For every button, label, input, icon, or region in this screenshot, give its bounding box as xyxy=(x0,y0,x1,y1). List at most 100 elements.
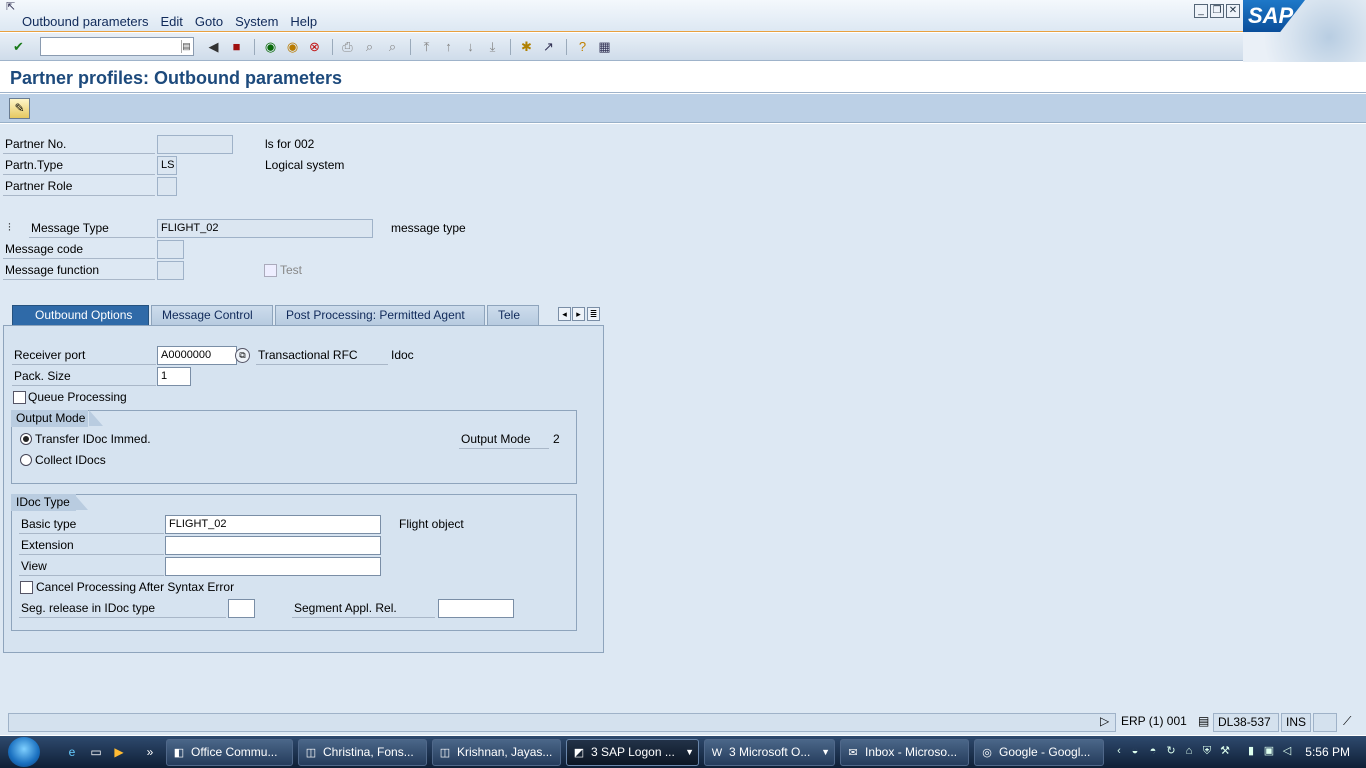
menu-help[interactable]: Help xyxy=(290,14,317,29)
help-icon[interactable]: ? xyxy=(574,38,591,55)
clock[interactable]: 5:56 PM xyxy=(1305,745,1350,759)
show-desktop-icon[interactable]: ▭ xyxy=(88,744,104,760)
minimize-button[interactable]: _ xyxy=(1194,4,1208,18)
tray-security-icon[interactable]: ⛨ xyxy=(1200,744,1214,758)
extension-field[interactable] xyxy=(165,536,381,555)
task-label: 3 SAP Logon ... xyxy=(591,745,675,759)
partner-no-description: ls for 002 xyxy=(265,137,315,151)
tray-app-icon[interactable]: ◓ xyxy=(1146,744,1160,758)
start-button[interactable] xyxy=(8,737,40,767)
task-inbox-outlook[interactable]: ✉ Inbox - Microso... xyxy=(840,739,969,766)
tray-device-icon[interactable]: ▮ xyxy=(1244,744,1258,758)
standard-toolbar: ✔ ▤ ◀ ■ ◉ ◉ ⊗ ⎙ ⌕ ⌕ ⤒ ↑ ↓ ⤓ ✱ ↗ ? ▦ xyxy=(0,33,1243,61)
tab-outbound-options[interactable]: Outbound Options xyxy=(12,305,149,325)
cancel-processing-checkbox[interactable] xyxy=(20,581,33,594)
tab-message-control[interactable]: Message Control xyxy=(151,305,273,325)
last-page-icon[interactable]: ⤓ xyxy=(484,38,501,55)
view-field[interactable] xyxy=(165,557,381,576)
menu-goto[interactable]: Goto xyxy=(195,14,223,29)
toolbar-separator xyxy=(410,39,411,55)
pack-size-field[interactable]: 1 xyxy=(157,367,191,386)
cancel-processing-label: Cancel Processing After Syntax Error xyxy=(36,580,235,594)
queue-processing-checkbox[interactable] xyxy=(13,391,26,404)
transfer-immed-radio[interactable] xyxy=(20,433,32,445)
close-window-button[interactable]: ✕ xyxy=(1226,4,1240,18)
message-function-field[interactable] xyxy=(157,261,184,280)
partn-type-field[interactable]: LS xyxy=(157,156,177,175)
tab-telephony[interactable]: Tele xyxy=(487,305,539,325)
partn-type-label: Partn.Type xyxy=(3,155,155,175)
message-type-field[interactable]: FLIGHT_02 xyxy=(157,219,373,238)
command-history-icon[interactable]: ▤ xyxy=(181,40,191,53)
exit-icon[interactable]: ◉ xyxy=(284,38,301,55)
task-label: Google - Googl... xyxy=(999,745,1091,759)
command-field[interactable]: ▤ xyxy=(40,37,194,56)
enter-icon[interactable]: ✔ xyxy=(10,38,27,55)
next-page-icon[interactable]: ↓ xyxy=(462,38,479,55)
tab-scroll-left-icon[interactable]: ◂ xyxy=(558,307,571,321)
tray-expand-icon[interactable]: ‹ xyxy=(1112,744,1126,758)
partner-no-field[interactable] xyxy=(157,135,233,154)
previous-page-icon[interactable]: ↑ xyxy=(440,38,457,55)
output-mode-title: Output Mode xyxy=(11,410,108,427)
display-change-icon[interactable]: ✎ xyxy=(9,98,30,119)
create-shortcut-icon[interactable]: ↗ xyxy=(540,38,557,55)
value-help-icon[interactable]: ⧉ xyxy=(235,348,250,363)
message-type-label: Message Type xyxy=(29,218,155,238)
task-google-chrome[interactable]: ◎ Google - Googl... xyxy=(974,739,1104,766)
back-icon[interactable]: ◉ xyxy=(262,38,279,55)
basic-type-label: Basic type xyxy=(19,514,164,534)
receiver-port-field[interactable]: A0000000 xyxy=(157,346,237,365)
tray-network-icon[interactable]: ⌂ xyxy=(1182,744,1196,758)
tray-app-icon[interactable]: ◒ xyxy=(1128,744,1142,758)
task-microsoft-office[interactable]: W 3 Microsoft O... ▼ xyxy=(704,739,835,766)
find-icon[interactable]: ⌕ xyxy=(361,38,378,55)
task-label: Krishnan, Jayas... xyxy=(457,745,553,759)
task-office-communicator[interactable]: ◧ Office Commu... xyxy=(166,739,293,766)
task-label: 3 Microsoft O... xyxy=(729,745,811,759)
status-session-icon[interactable]: ▤ xyxy=(1194,713,1213,732)
sap-logo: SAP xyxy=(1243,0,1366,62)
menu-bar: ⇱ Outbound parameters Edit Goto System H… xyxy=(0,0,1366,32)
restore-button[interactable]: ❐ xyxy=(1210,4,1224,18)
task-christina[interactable]: ◫ Christina, Fons... xyxy=(298,739,427,766)
menu-outbound-parameters[interactable]: Outbound parameters xyxy=(22,14,148,29)
resize-grip-icon[interactable]: ⟋ xyxy=(1339,713,1359,732)
status-expand-icon[interactable]: ▷ xyxy=(1100,713,1109,732)
first-page-icon[interactable]: ⤒ xyxy=(418,38,435,55)
receiver-port-label: Receiver port xyxy=(12,345,156,365)
task-krishnan[interactable]: ◫ Krishnan, Jayas... xyxy=(432,739,561,766)
save-icon[interactable]: ■ xyxy=(228,38,245,55)
tab-list-icon[interactable]: ≣ xyxy=(587,307,600,321)
collect-idocs-radio[interactable] xyxy=(20,454,32,466)
menu-edit[interactable]: Edit xyxy=(160,14,182,29)
test-checkbox[interactable] xyxy=(264,264,277,277)
create-session-icon[interactable]: ✱ xyxy=(518,38,535,55)
task-sap-logon[interactable]: ◩ 3 SAP Logon ... ▼ xyxy=(566,739,699,766)
cancel-icon[interactable]: ⊗ xyxy=(306,38,323,55)
toolbar-separator xyxy=(510,39,511,55)
seg-release-field[interactable] xyxy=(228,599,255,618)
system-menu-icon[interactable]: ⇱ xyxy=(6,2,20,13)
segment-appl-field[interactable] xyxy=(438,599,514,618)
quick-launch-more-icon[interactable]: » xyxy=(142,744,158,760)
tab-post-processing[interactable]: Post Processing: Permitted Agent xyxy=(275,305,485,325)
tray-display-icon[interactable]: ▣ xyxy=(1262,744,1276,758)
volume-icon[interactable]: ◁ xyxy=(1280,744,1294,758)
tray-tool-icon[interactable]: ⚒ xyxy=(1218,744,1232,758)
message-code-label: Message code xyxy=(3,239,155,259)
internet-explorer-icon[interactable]: e xyxy=(64,744,80,760)
menu-system[interactable]: System xyxy=(235,14,278,29)
message-code-field[interactable] xyxy=(157,240,184,259)
pack-size-label: Pack. Size xyxy=(12,366,156,386)
print-icon[interactable]: ⎙ xyxy=(339,38,356,55)
find-next-icon[interactable]: ⌕ xyxy=(384,38,401,55)
partner-role-field[interactable] xyxy=(157,177,177,196)
back-arrow-icon[interactable]: ◀ xyxy=(205,38,222,55)
basic-type-field[interactable]: FLIGHT_02 xyxy=(165,515,381,534)
system-tray: ‹ ◒ ◓ ↻ ⌂ ⛨ ⚒ ▮ ▣ ◁ 5:56 PM xyxy=(1110,736,1366,768)
tray-sync-icon[interactable]: ↻ xyxy=(1164,744,1178,758)
media-player-icon[interactable]: ▶ xyxy=(111,744,127,760)
tab-scroll-right-icon[interactable]: ▸ xyxy=(572,307,585,321)
layout-menu-icon[interactable]: ▦ xyxy=(596,38,613,55)
